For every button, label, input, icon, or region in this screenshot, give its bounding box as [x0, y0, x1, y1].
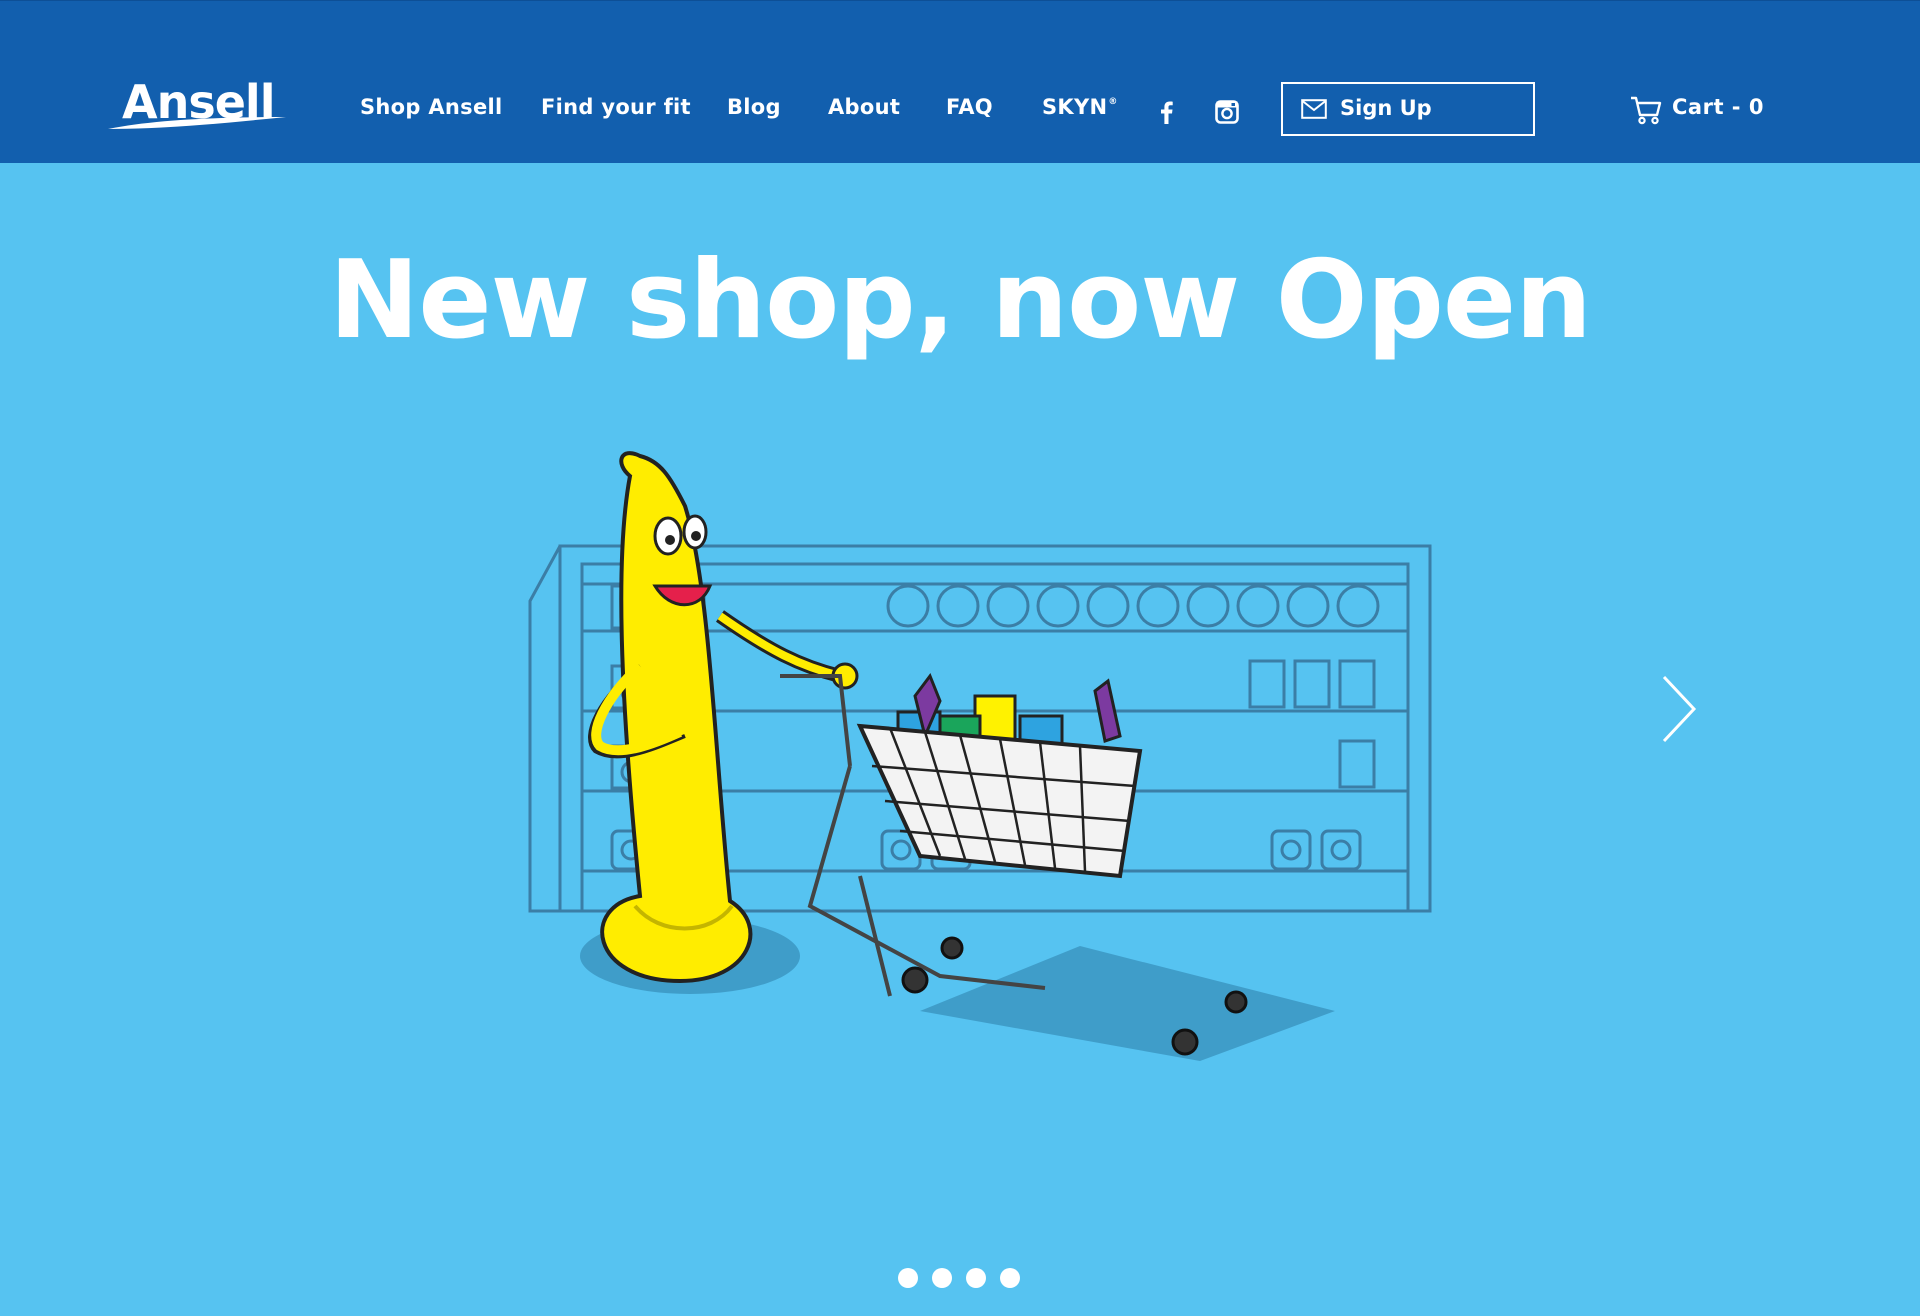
nav-blog[interactable]: Blog — [727, 95, 781, 119]
carousel-dot-3[interactable] — [966, 1268, 986, 1288]
nav-shop-ansell[interactable]: Shop Ansell — [360, 95, 503, 119]
facebook-icon[interactable] — [1154, 99, 1180, 125]
mascot-shopping-illustration — [528, 451, 1432, 1061]
sign-up-label: Sign Up — [1340, 96, 1432, 120]
cart-icon — [1631, 96, 1662, 125]
cart-count-label: Cart - 0 — [1672, 95, 1764, 119]
nav-faq[interactable]: FAQ — [946, 95, 993, 119]
registered-mark: ® — [1108, 97, 1118, 107]
nav-about[interactable]: About — [828, 95, 900, 119]
nav-skyn-label: SKYN — [1042, 95, 1108, 119]
mail-icon — [1301, 99, 1327, 119]
carousel-dots — [898, 1268, 1028, 1290]
nav-skyn[interactable]: SKYN® — [1042, 95, 1118, 119]
instagram-icon[interactable] — [1214, 99, 1240, 125]
sign-up-button[interactable]: Sign Up — [1281, 82, 1535, 136]
carousel-dot-1[interactable] — [898, 1268, 918, 1288]
hero-title: New shop, now Open — [328, 238, 1592, 363]
site-header: Ansell Shop Ansell Find your fit Blog Ab… — [0, 0, 1920, 163]
nav-find-your-fit[interactable]: Find your fit — [541, 95, 691, 119]
chevron-right-icon[interactable] — [1660, 673, 1700, 745]
carousel-dot-2[interactable] — [932, 1268, 952, 1288]
carousel-dot-4[interactable] — [1000, 1268, 1020, 1288]
